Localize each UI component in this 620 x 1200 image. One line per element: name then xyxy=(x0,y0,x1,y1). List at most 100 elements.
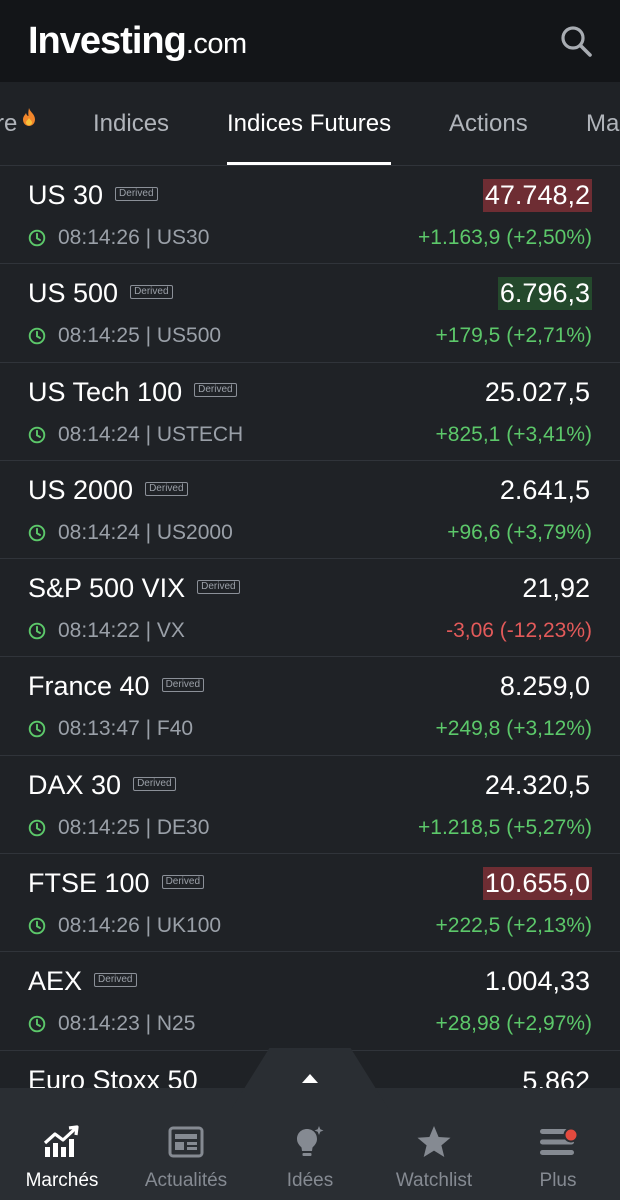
search-button[interactable] xyxy=(556,21,596,61)
instrument-meta: 08:14:25 | DE30 xyxy=(28,816,209,840)
instrument-time-symbol: 08:14:24 | US2000 xyxy=(58,520,233,544)
clock-icon xyxy=(28,426,46,443)
instrument-price: 2.641,5 xyxy=(499,474,590,505)
instrument-meta: 08:14:23 | N25 xyxy=(28,1012,195,1036)
derived-badge: Derived xyxy=(194,383,237,398)
instrument-meta: 08:14:25 | US500 xyxy=(28,324,221,348)
instrument-meta: 08:13:47 | F40 xyxy=(28,717,193,741)
clock-icon xyxy=(28,328,46,345)
tab-indices-futures[interactable]: Indices Futures xyxy=(227,82,392,165)
derived-badge: Derived xyxy=(133,776,176,791)
instrument-row[interactable]: US Tech 100 Derived 08:14:24 | USTECH 25.… xyxy=(0,363,620,461)
derived-badge: Derived xyxy=(161,678,205,693)
derived-badge: Derived xyxy=(145,481,188,496)
instrument-time-symbol: 08:14:23 | N25 xyxy=(58,1012,196,1036)
instrument-name: S&P 500 VIX Derived xyxy=(28,573,240,604)
instrument-time-symbol: 08:14:25 | DE30 xyxy=(58,815,210,839)
instrument-row[interactable]: DAX 30 Derived 08:14:25 | DE30 24.320,5 +… xyxy=(0,756,620,855)
instrument-name-text: S&P 500 VIX xyxy=(28,573,186,604)
derived-badge: Derived xyxy=(130,285,173,300)
instrument-change: -3,06 (-12,23%) xyxy=(446,619,592,643)
lightbulb-icon xyxy=(290,1122,330,1162)
instrument-name-text: US 2000 xyxy=(28,474,134,505)
instrument-name-text: DAX 30 xyxy=(28,769,122,800)
nav-idees-label: Idées xyxy=(286,1170,334,1191)
instrument-price: 8.259,0 xyxy=(499,671,590,702)
instrument-meta: 08:14:26 | US30 xyxy=(28,226,209,250)
derived-badge: Derived xyxy=(197,580,240,595)
instrument-change: +1.163,9 (+2,50%) xyxy=(418,226,592,249)
instrument-time-symbol: 08:14:24 | USTECH xyxy=(58,422,244,446)
tab-trending[interactable]: re xyxy=(0,82,37,165)
derived-badge: Derived xyxy=(161,874,205,889)
instrument-price: 21,92 xyxy=(522,573,590,604)
clock-icon xyxy=(28,1016,46,1033)
chart-trend-icon xyxy=(42,1122,82,1162)
instrument-name: FTSE 100 Derived xyxy=(28,868,205,899)
tab-actions-label: Actions xyxy=(449,110,528,137)
nav-plus-label: Plus xyxy=(539,1170,577,1191)
clock-icon xyxy=(28,229,46,247)
logo-main-text: Investing xyxy=(28,19,187,62)
instrument-meta: 08:14:24 | USTECH xyxy=(28,423,243,447)
instrument-name-text: US 30 xyxy=(28,180,104,210)
nav-marches[interactable]: Marchés xyxy=(0,1088,124,1200)
clock-icon xyxy=(28,819,46,837)
logo-sub-text: .com xyxy=(185,27,247,60)
instrument-time-symbol: 08:14:26 | US30 xyxy=(58,226,210,249)
instrument-change: +28,98 (+2,97%) xyxy=(435,1012,592,1036)
instrument-name-text: France 40 xyxy=(28,671,150,702)
instrument-row[interactable]: AEX Derived 08:14:23 | N25 1.004,33 +28,9… xyxy=(0,952,620,1051)
tab-actions[interactable]: Actions xyxy=(449,82,528,165)
instrument-change: +96,6 (+3,79%) xyxy=(447,520,592,544)
instrument-time-symbol: 08:14:25 | US500 xyxy=(58,324,222,348)
instrument-time-symbol: 08:14:26 | UK100 xyxy=(58,914,222,938)
nav-watchlist-label: Watchlist xyxy=(395,1170,473,1191)
app-root: Investing .com re Indices Indices Future… xyxy=(0,0,620,1200)
nav-actualites-label: Actualités xyxy=(144,1170,228,1191)
instrument-change: +825,1 (+3,41%) xyxy=(435,422,592,446)
clock-icon xyxy=(28,721,46,738)
instrument-name: US 30 Derived xyxy=(28,180,158,211)
tab-more-partial[interactable]: Ma xyxy=(586,82,620,165)
newspaper-icon xyxy=(166,1122,206,1162)
clock-icon xyxy=(28,917,46,935)
instrument-row[interactable]: US 500 Derived 08:14:25 | US500 6.796,3 +… xyxy=(0,264,620,363)
nav-watchlist[interactable]: Watchlist xyxy=(372,1088,496,1200)
tab-more-partial-label: Ma xyxy=(586,110,620,137)
instrument-change: +222,5 (+2,13%) xyxy=(435,914,592,938)
instrument-name: US 2000 Derived xyxy=(28,475,188,506)
caret-up-icon xyxy=(302,1074,318,1083)
instrument-price: 25.027,5 xyxy=(484,376,590,407)
menu-icon xyxy=(538,1122,578,1162)
instrument-meta: 08:14:26 | UK100 xyxy=(28,914,221,938)
nav-plus[interactable]: Plus xyxy=(496,1088,620,1200)
instrument-name-text: AEX xyxy=(28,966,83,997)
instrument-row[interactable]: US 30 Derived 08:14:26 | US30 47.748,2 +1… xyxy=(0,166,620,265)
instrument-price: 1.004,33 xyxy=(484,966,590,997)
tab-indices[interactable]: Indices xyxy=(93,82,170,165)
instrument-name: France 40 Derived xyxy=(28,671,205,702)
instrument-list: US 30 Derived 08:14:26 | US30 47.748,2 +1… xyxy=(0,166,620,1149)
instrument-row[interactable]: France 40 Derived 08:13:47 | F40 8.259,0 … xyxy=(0,657,620,756)
instrument-time-symbol: 08:13:47 | F40 xyxy=(58,717,194,741)
instrument-change: +179,5 (+2,71%) xyxy=(435,324,592,348)
app-header: Investing .com xyxy=(0,0,620,82)
star-icon xyxy=(414,1122,454,1162)
instrument-name: AEX Derived xyxy=(28,966,137,997)
instrument-name-text: US Tech 100 xyxy=(28,376,183,407)
instrument-change: +249,8 (+3,12%) xyxy=(435,717,592,741)
clock-icon xyxy=(28,524,46,542)
fire-icon xyxy=(23,108,36,126)
instrument-row[interactable]: US 2000 Derived 08:14:24 | US2000 2.641,5… xyxy=(0,461,620,560)
tab-indices-label: Indices xyxy=(93,110,170,137)
instrument-meta: 08:14:24 | US2000 xyxy=(28,521,233,545)
instrument-price: 24.320,5 xyxy=(484,769,590,800)
investing-logo[interactable]: Investing .com xyxy=(28,20,247,63)
derived-badge: Derived xyxy=(94,973,137,988)
instrument-name-text: US 500 xyxy=(28,278,119,309)
instrument-row[interactable]: S&P 500 VIX Derived 08:14:22 | VX 21,92 -… xyxy=(0,559,620,658)
nav-actualites[interactable]: Actualités xyxy=(124,1088,248,1200)
instrument-row[interactable]: FTSE 100 Derived 08:14:26 | UK100 10.655,… xyxy=(0,854,620,953)
instrument-rows: US 30 Derived 08:14:26 | US30 47.748,2 +1… xyxy=(0,166,620,1051)
